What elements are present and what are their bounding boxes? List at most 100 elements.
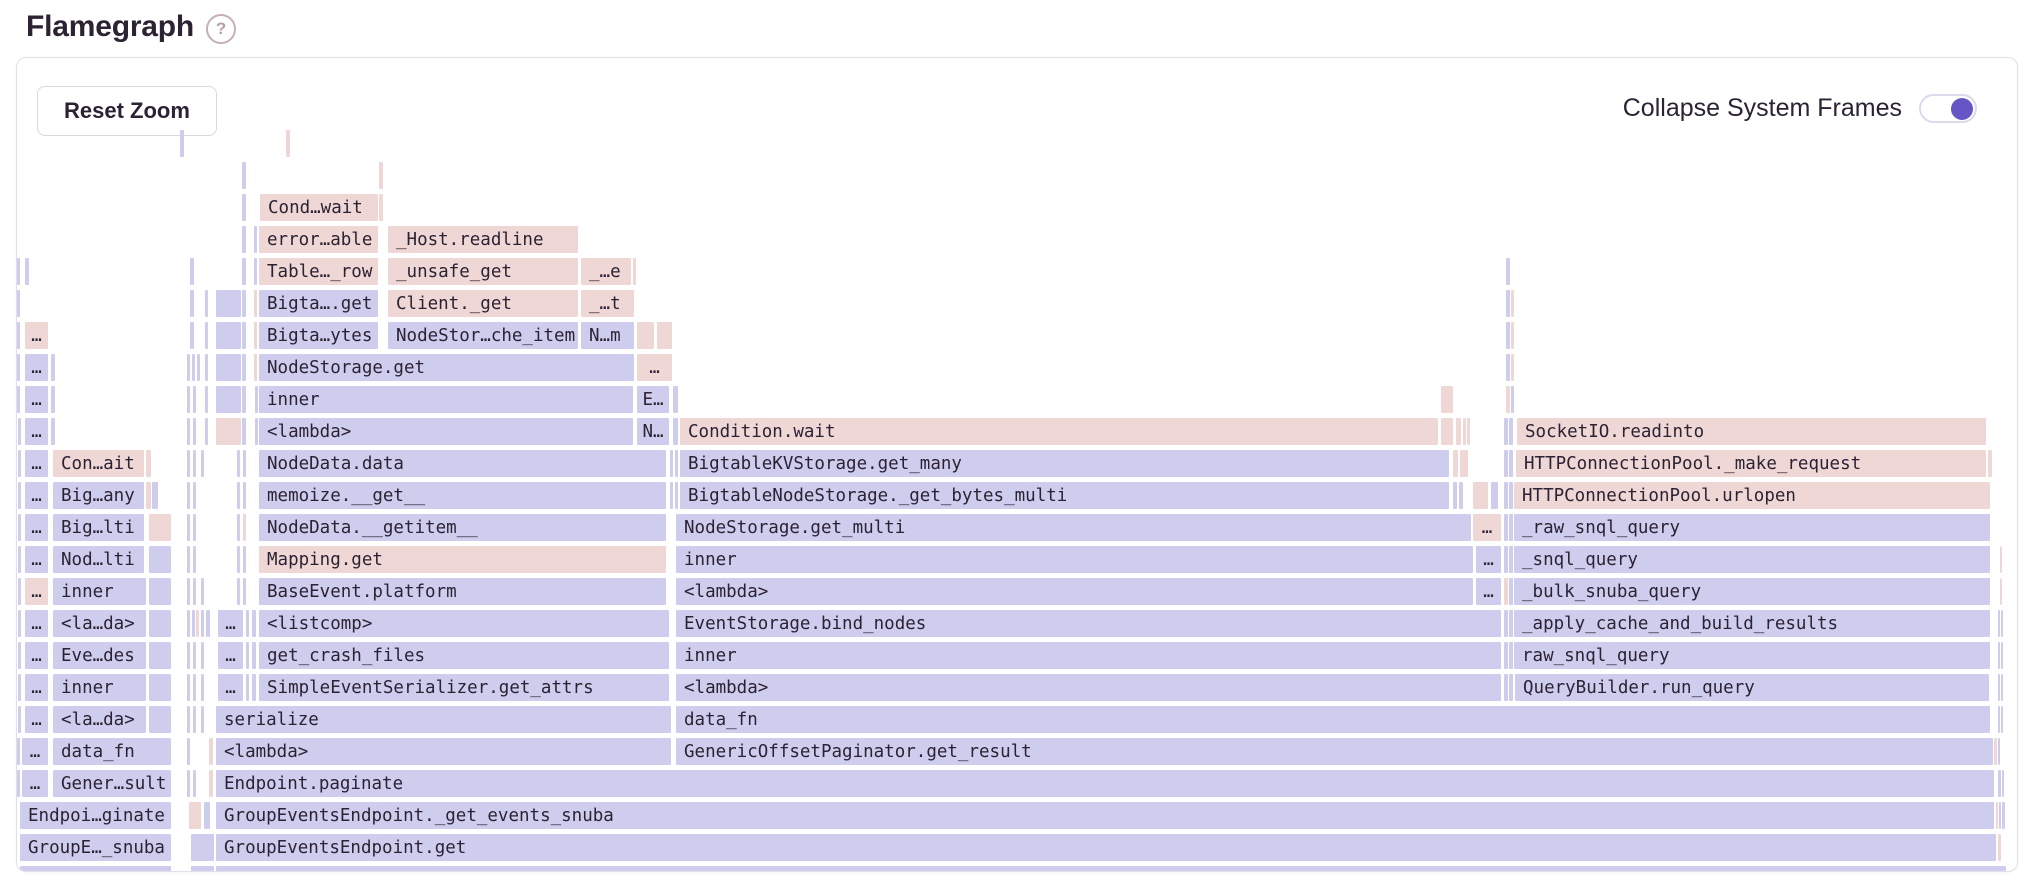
flame-frame[interactable] (146, 482, 151, 509)
flame-frame[interactable] (16, 386, 20, 413)
flame-frame[interactable]: … (25, 354, 48, 381)
flame-frame[interactable] (246, 642, 249, 669)
flame-frame[interactable] (16, 290, 20, 317)
flame-frame[interactable] (1509, 674, 1513, 701)
flame-frame[interactable] (201, 450, 204, 477)
flame-frame[interactable]: EventStorage.bind_nodes (676, 610, 1501, 637)
flame-frame[interactable] (255, 386, 258, 413)
flame-frame[interactable] (1509, 578, 1513, 605)
flame-frame[interactable] (1473, 482, 1488, 509)
flame-frame[interactable]: <lambda> (676, 674, 1501, 701)
flame-frame[interactable] (205, 386, 208, 413)
flame-frame[interactable]: Endpoint.paginate (216, 770, 1994, 797)
flame-frame[interactable] (187, 418, 190, 445)
flame-frame[interactable] (252, 642, 256, 669)
flame-frame[interactable]: … (25, 674, 48, 701)
flame-frame[interactable]: … (1473, 514, 1501, 541)
flame-frame[interactable]: BigtableKVStorage.get_many (680, 450, 1449, 477)
flame-frame[interactable] (201, 674, 204, 701)
flame-frame[interactable]: NodeStor…che_item (388, 322, 578, 349)
flame-frame[interactable] (243, 578, 246, 605)
flame-frame[interactable] (193, 578, 196, 605)
flame-frame[interactable]: inner (259, 386, 633, 413)
flame-frame[interactable] (286, 130, 290, 157)
flame-frame[interactable] (187, 578, 190, 605)
flame-frame[interactable] (1506, 258, 1510, 285)
flame-frame[interactable] (1504, 546, 1508, 573)
flame-frame[interactable] (237, 578, 240, 605)
flame-frame[interactable] (190, 258, 194, 285)
flame-frame[interactable] (187, 770, 190, 797)
flame-frame[interactable] (1506, 322, 1510, 349)
flame-frame[interactable] (1504, 450, 1508, 477)
flame-frame[interactable] (1511, 290, 1514, 317)
flame-frame[interactable]: _Host.readline (388, 226, 578, 253)
flame-frame[interactable] (187, 610, 190, 637)
flame-frame[interactable]: <lambda> (676, 578, 1473, 605)
flame-frame[interactable] (149, 514, 171, 541)
flame-frame[interactable] (1504, 514, 1508, 541)
flame-frame[interactable] (152, 482, 158, 509)
flame-frame[interactable] (1504, 578, 1508, 605)
flame-frame[interactable]: Con…ait (53, 450, 144, 477)
flame-frame[interactable]: inner (53, 578, 146, 605)
flame-frame[interactable] (1491, 482, 1498, 509)
flame-frame[interactable] (18, 610, 21, 637)
flame-frame[interactable]: Eve…des (53, 642, 146, 669)
flame-frame[interactable] (2001, 706, 2003, 733)
flame-frame[interactable] (204, 802, 210, 829)
flame-frame[interactable] (1456, 418, 1461, 445)
flame-frame[interactable] (673, 418, 678, 445)
flame-frame[interactable] (1441, 418, 1453, 445)
flame-frame[interactable] (252, 674, 256, 701)
flame-frame[interactable] (242, 322, 246, 349)
flame-frame[interactable] (670, 482, 673, 509)
flame-frame[interactable]: … (25, 482, 48, 509)
flame-frame[interactable]: NodeStorage.get_multi (676, 514, 1471, 541)
flame-frame[interactable] (216, 386, 241, 413)
flame-frame[interactable] (205, 354, 208, 381)
flame-frame[interactable] (149, 610, 171, 637)
flame-frame[interactable]: NodeData.__getitem__ (259, 514, 666, 541)
flame-frame[interactable]: Big…any (53, 482, 144, 509)
flame-frame[interactable] (1509, 482, 1513, 509)
flame-frame[interactable] (187, 738, 190, 765)
flame-frame[interactable] (1453, 482, 1457, 509)
flame-frame[interactable] (1453, 450, 1458, 477)
flame-frame[interactable] (1504, 418, 1508, 445)
flame-frame[interactable] (1998, 610, 2000, 637)
flame-frame[interactable] (246, 674, 249, 701)
flame-frame[interactable] (18, 514, 21, 541)
flame-frame[interactable] (1506, 354, 1510, 381)
flame-frame[interactable]: memoize.__get__ (259, 482, 666, 509)
flame-frame[interactable] (1998, 834, 2001, 861)
flame-frame[interactable]: _unsafe_get (388, 258, 578, 285)
flame-frame[interactable]: … (25, 610, 48, 637)
flame-frame[interactable] (637, 322, 654, 349)
flame-frame[interactable]: Cond…wait (260, 194, 378, 221)
flame-frame[interactable]: Condition.wait (680, 418, 1438, 445)
flame-frame[interactable] (20, 866, 171, 872)
flame-frame[interactable] (16, 770, 20, 797)
flame-frame[interactable] (206, 610, 210, 637)
flame-frame[interactable] (18, 482, 21, 509)
flame-frame[interactable]: _bulk_snuba_query (1514, 578, 1990, 605)
flame-frame[interactable] (242, 226, 246, 253)
flame-frame[interactable] (2000, 546, 2002, 573)
flame-frame[interactable]: _…t (581, 290, 634, 317)
flame-frame[interactable] (379, 162, 383, 189)
flame-frame[interactable] (193, 450, 196, 477)
flame-frame[interactable]: _apply_cache_and_build_results (1514, 610, 1990, 637)
flame-frame[interactable] (187, 482, 190, 509)
flame-frame[interactable]: GroupEventsEndpoint._get_events_snuba (216, 802, 1994, 829)
flame-frame[interactable]: Mapping.get (259, 546, 666, 573)
flame-frame[interactable] (675, 450, 678, 477)
flame-frame[interactable]: data_fn (676, 706, 1990, 733)
flame-frame[interactable] (187, 674, 190, 701)
flame-frame[interactable]: NodeStorage.get (259, 354, 634, 381)
flame-frame[interactable] (146, 450, 151, 477)
flame-frame[interactable]: raw_snql_query (1514, 642, 1990, 669)
flame-frame[interactable] (193, 418, 196, 445)
flame-frame[interactable] (242, 418, 246, 445)
flame-frame[interactable]: Nod…lti (53, 546, 144, 573)
